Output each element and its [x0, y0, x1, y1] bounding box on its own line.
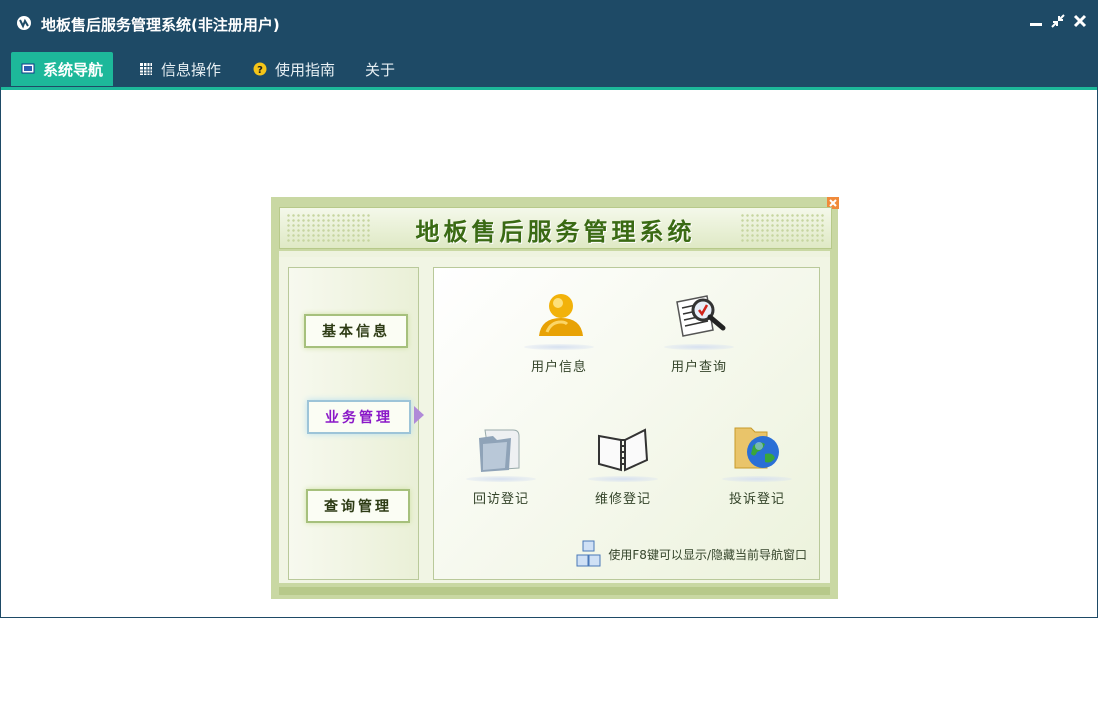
function-panel: 用户信息 用户查询 回访登记 维修登记 投诉登记 使用F8键可以显示/隐藏当前导… [433, 267, 820, 580]
app-logo-icon [17, 16, 31, 30]
menu-item-system-nav[interactable]: 系统导航 [11, 52, 114, 86]
category-panel: 基本信息 业务管理 查询管理 [288, 267, 424, 580]
menu-bar: 系统导航 信息操作 ? 使用指南 关于 [1, 45, 1097, 90]
complaint-register-function[interactable]: 投诉登记 [712, 420, 802, 507]
globe-folder-icon [734, 427, 779, 469]
basic-info-button[interactable]: 基本信息 [304, 314, 408, 348]
nav-body: 基本信息 业务管理 查询管理 用户信息 用户查询 回访登记 维修登记 投诉登记 … [279, 257, 830, 583]
f8-hint: 使用F8键可以显示/隐藏当前导航窗口 [574, 539, 807, 569]
title-bar[interactable]: 地板售后服务管理系统(非注册用户) [1, 1, 1097, 45]
function-label: 用户信息 [530, 360, 587, 375]
business-management-button[interactable]: 业务管理 [307, 400, 411, 434]
icon-shadow [664, 344, 734, 350]
menu-item-guide[interactable]: ? 使用指南 [253, 52, 335, 86]
function-label: 投诉登记 [728, 492, 785, 507]
grid-icon [140, 63, 152, 75]
function-label: 用户查询 [670, 360, 727, 375]
nav-title: 地板售后服务管理系统 [415, 218, 696, 246]
f8-hint-text: 使用F8键可以显示/隐藏当前导航窗口 [608, 547, 807, 562]
cubes-icon [576, 540, 601, 567]
window-controls [1029, 14, 1087, 28]
selected-arrow-icon [414, 406, 424, 424]
navigation-panel: 地板售后服务管理系统 基本信息 业务管理 查询管理 用户信息 用户查询 回访登记… [271, 197, 839, 599]
menu-item-info-ops[interactable]: 信息操作 [139, 52, 221, 86]
user-query-function[interactable]: 用户查询 [654, 288, 744, 375]
nav-bottom-bar [279, 587, 830, 595]
restore-icon[interactable] [1051, 14, 1065, 28]
search-document-icon [676, 295, 726, 337]
menu-item-label: 信息操作 [161, 60, 222, 79]
icon-shadow [588, 476, 658, 482]
menu-item-label: 使用指南 [275, 60, 336, 79]
follow-up-register-function[interactable]: 回访登记 [456, 420, 546, 507]
icon-shadow [466, 476, 536, 482]
svg-text:?: ? [257, 65, 263, 76]
menu-item-label: 关于 [365, 60, 396, 79]
icon-shadow [524, 344, 594, 350]
repair-register-function[interactable]: 维修登记 [578, 420, 668, 507]
function-label: 维修登记 [594, 492, 651, 507]
menu-item-about[interactable]: 关于 [365, 52, 395, 86]
help-icon: ? [253, 62, 267, 76]
menu-item-label: 系统导航 [43, 60, 104, 79]
user-info-function[interactable]: 用户信息 [514, 288, 604, 375]
window-title: 地板售后服务管理系统(非注册用户) [41, 16, 280, 34]
monitor-icon [21, 63, 35, 74]
minimize-icon[interactable] [1029, 14, 1043, 28]
query-management-button[interactable]: 查询管理 [306, 489, 410, 523]
notebook-icon [598, 428, 649, 472]
folder-document-icon [479, 429, 520, 472]
function-label: 回访登记 [472, 492, 529, 507]
nav-header: 地板售后服务管理系统 [279, 207, 832, 249]
user-icon [539, 294, 583, 336]
close-icon[interactable] [1073, 14, 1087, 28]
icon-shadow [722, 476, 792, 482]
